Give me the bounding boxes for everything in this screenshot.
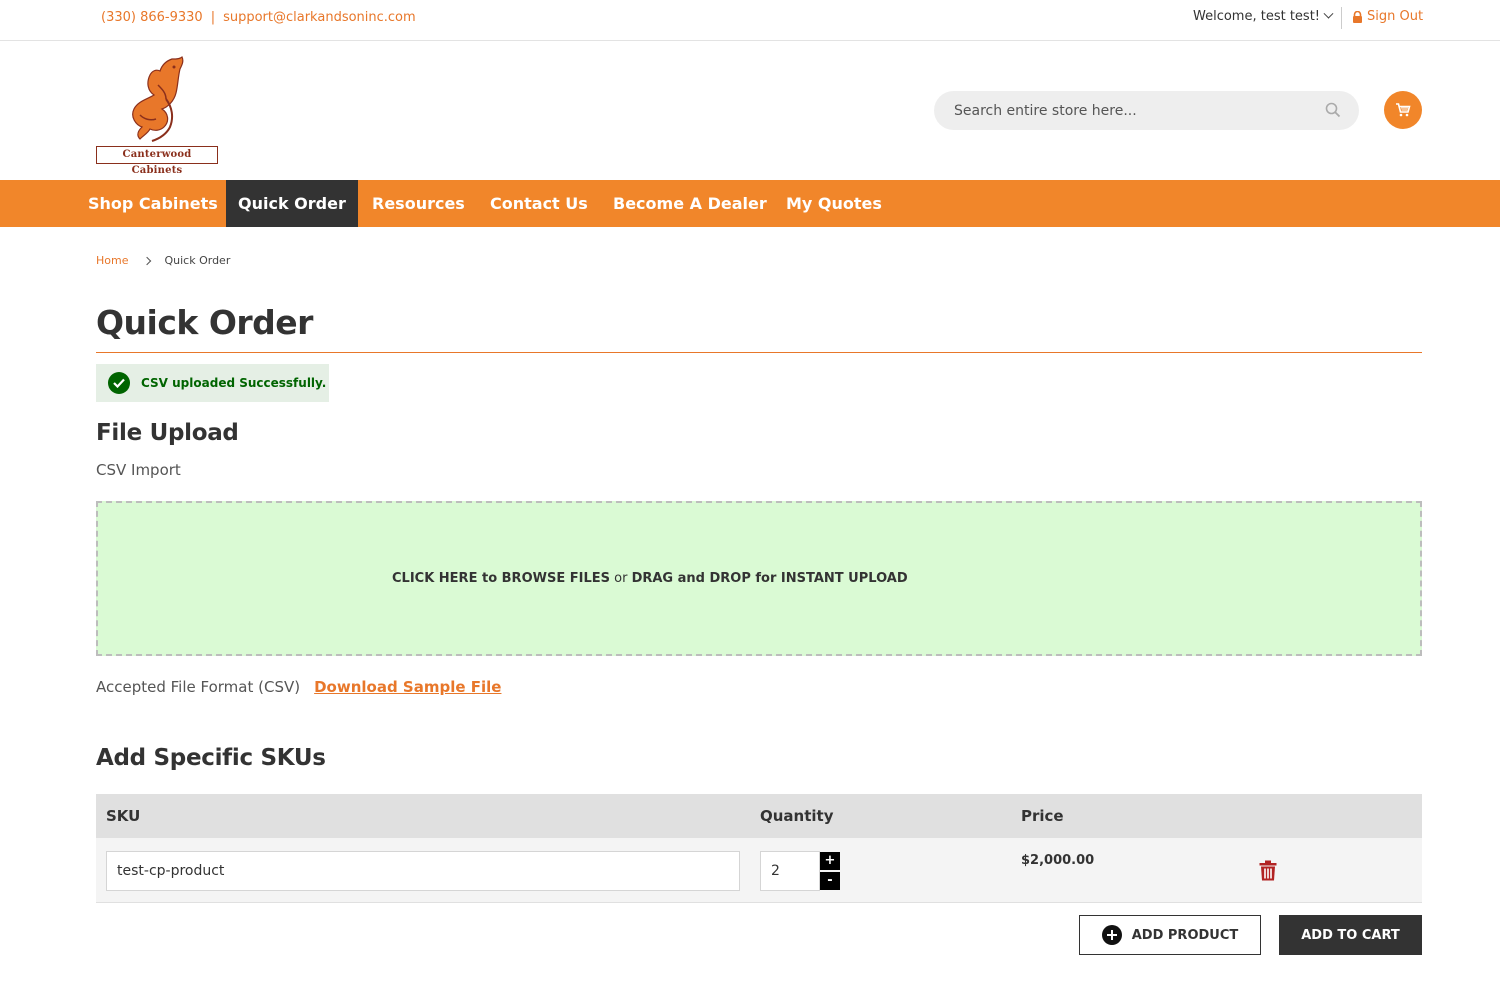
accepted-format-row: Accepted File Format (CSV) Download Samp… — [96, 678, 501, 696]
nav-item-my-quotes[interactable]: My Quotes — [774, 180, 894, 227]
horse-logo-icon — [132, 55, 184, 142]
trash-icon[interactable] — [1259, 860, 1277, 881]
nav-item-become-dealer[interactable]: Become A Dealer — [601, 180, 779, 227]
main-nav: Shop Cabinets Quick Order Resources Cont… — [0, 180, 1500, 227]
site-logo[interactable]: Canterwood Cabinets — [96, 55, 218, 176]
search-box — [934, 91, 1359, 130]
checkmark-icon — [108, 372, 130, 394]
quantity-decrement-button[interactable]: - — [820, 872, 840, 890]
accepted-format-text: Accepted File Format (CSV) — [96, 678, 301, 696]
divider — [1341, 7, 1342, 29]
contact-info: (330) 866-9330 | support@clarkandsoninc.co… — [101, 10, 416, 25]
breadcrumb-current: Quick Order — [164, 254, 231, 267]
row-price: $2,000.00 — [1021, 853, 1095, 868]
breadcrumb: Home Quick Order — [96, 254, 230, 267]
dropzone-text: CLICK HERE to BROWSE FILES or DRAG and D… — [392, 571, 908, 586]
success-text: CSV uploaded Successfully. — [141, 376, 327, 390]
dropzone-browse-text: CLICK HERE to BROWSE FILES — [392, 571, 610, 586]
add-product-button[interactable]: ADD PRODUCT — [1079, 915, 1261, 955]
file-upload-heading: File Upload — [96, 420, 239, 446]
column-header-sku: SKU — [106, 807, 141, 825]
welcome-menu[interactable]: Welcome, test test! — [1193, 8, 1334, 24]
nav-item-contact-us[interactable]: Contact Us — [478, 180, 600, 227]
column-header-quantity: Quantity — [760, 807, 834, 825]
dropzone-or-text: or — [609, 571, 632, 586]
success-message: CSV uploaded Successfully. — [96, 364, 329, 402]
add-product-label: ADD PRODUCT — [1131, 927, 1239, 943]
sku-table-header: SKU Quantity Price — [96, 794, 1422, 838]
quantity-increment-button[interactable]: + — [820, 852, 840, 870]
sign-out-link[interactable]: Sign Out — [1352, 9, 1423, 24]
csv-import-label: CSV Import — [96, 461, 181, 479]
title-divider — [96, 352, 1422, 353]
cart-button[interactable] — [1384, 91, 1422, 129]
email-link[interactable]: support@clarkandsoninc.com — [223, 10, 416, 25]
page-title: Quick Order — [96, 303, 313, 342]
download-sample-link[interactable]: Download Sample File — [314, 678, 501, 696]
top-bar: (330) 866-9330 | support@clarkandsoninc.co… — [0, 0, 1500, 41]
phone-number[interactable]: (330) 866-9330 — [101, 10, 203, 25]
nav-item-shop-cabinets[interactable]: Shop Cabinets — [76, 180, 230, 227]
chevron-right-icon — [143, 256, 152, 265]
lock-icon — [1353, 10, 1362, 23]
chevron-down-icon — [1323, 8, 1334, 19]
sign-out-label: Sign Out — [1367, 9, 1424, 24]
csv-dropzone[interactable]: CLICK HERE to BROWSE FILES or DRAG and D… — [96, 501, 1422, 656]
quantity-input[interactable] — [760, 851, 820, 891]
add-to-cart-button[interactable]: ADD TO CART — [1279, 915, 1422, 955]
cart-icon — [1396, 103, 1411, 117]
nav-item-quick-order[interactable]: Quick Order — [226, 180, 358, 227]
contact-separator: | — [210, 10, 216, 25]
welcome-text: Welcome, test test! — [1193, 9, 1321, 24]
nav-item-resources[interactable]: Resources — [360, 180, 477, 227]
dropzone-drag-text: DRAG and DROP for INSTANT UPLOAD — [631, 571, 908, 586]
search-icon[interactable] — [1325, 102, 1341, 118]
plus-circle-icon — [1101, 925, 1122, 945]
logo-wordmark: Canterwood Cabinets — [96, 146, 218, 176]
table-row: + - $2,000.00 — [96, 838, 1422, 903]
search-input[interactable] — [934, 91, 1314, 130]
column-header-price: Price — [1021, 807, 1064, 825]
add-to-cart-label: ADD TO CART — [1301, 927, 1400, 943]
add-skus-heading: Add Specific SKUs — [96, 745, 326, 771]
breadcrumb-home[interactable]: Home — [96, 254, 128, 267]
sku-input[interactable] — [106, 851, 740, 891]
